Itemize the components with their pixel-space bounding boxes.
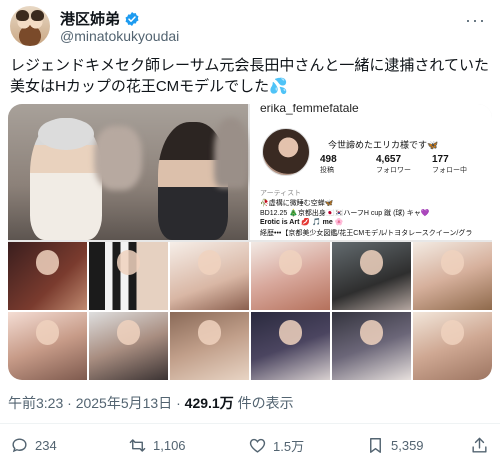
arrest-photo[interactable]	[8, 104, 248, 240]
ig-bio-line: 経歴•••【京都美少女図鑑/花王CMモデル/トヨタレースクイーン/グラ	[260, 230, 473, 237]
avatar[interactable]	[10, 6, 50, 46]
reply-button[interactable]: 234	[10, 436, 57, 455]
tweet-body: レジェンドキメセク師レーサム元会長田中さんと一緒に逮捕されていた美女はHカップの…	[10, 57, 489, 95]
retweet-icon	[129, 439, 146, 452]
tweet-date[interactable]: 2025年5月13日	[76, 395, 173, 411]
ig-stat-followers: 4,657 フォロワー	[376, 154, 432, 175]
tweet-text: レジェンドキメセク師レーサム元会長田中さんと一緒に逮捕されていた美女はHカップの…	[10, 55, 490, 97]
ig-bio-line: 🥀虚構に微睡む空蝉🦋	[260, 200, 334, 207]
grid-photo[interactable]	[89, 242, 168, 310]
view-count: 429.1万	[184, 395, 234, 411]
view-count-label: 件の表示	[237, 395, 294, 411]
ig-stat-following: 177 フォロー中	[432, 154, 488, 175]
sweat-droplets-emoji: 💦	[269, 78, 288, 95]
grid-photo[interactable]	[251, 242, 330, 310]
grid-photo[interactable]	[170, 242, 249, 310]
ig-stats: 498 投稿 4,657 フォロワー 177 フォロー中	[320, 154, 488, 175]
verified-badge-icon	[125, 11, 139, 26]
ig-bio-headline: 今世諦めたエリカ様です🦋	[328, 140, 439, 150]
retweet-button[interactable]: 1,106	[128, 436, 186, 455]
tweet-time[interactable]: 午前3:23	[8, 395, 63, 411]
meta-separator: ·	[176, 395, 185, 411]
blurred-person-figure	[214, 118, 248, 188]
retweet-count: 1,106	[153, 438, 186, 453]
photo-grid	[8, 242, 492, 380]
reply-count: 234	[35, 438, 57, 453]
divider	[0, 423, 500, 424]
share-icon	[472, 437, 487, 453]
like-count: 1.5万	[273, 439, 305, 454]
tweet-meta: 午前3:23 · 2025年5月13日 · 429.1万 件の表示	[8, 393, 294, 413]
tweet-media[interactable]: erika_femmefatale 今世諦めたエリカ様です🦋 498 投稿 4,…	[8, 104, 492, 380]
person-figure	[30, 118, 102, 240]
grid-photo[interactable]	[170, 312, 249, 380]
author-handle[interactable]: @minatokukyoudai	[60, 28, 179, 44]
grid-photo[interactable]	[8, 242, 87, 310]
grid-photo[interactable]	[8, 312, 87, 380]
action-bar: 234 1,106 1.5万 5,359	[0, 432, 500, 460]
ig-stat-value: 177	[432, 154, 449, 165]
heart-icon	[249, 438, 266, 453]
ig-stat-value: 498	[320, 154, 337, 165]
grid-photo[interactable]	[413, 312, 492, 380]
tweet-header: 港区姉弟 @minatokukyoudai ···	[8, 6, 492, 46]
ig-stat-label: フォロー中	[432, 167, 467, 174]
ig-bio-line: Erotic is Art 💋 🎵 me 🌸	[260, 219, 344, 226]
ig-username: erika_femmefatale	[260, 104, 359, 115]
instagram-profile-screenshot[interactable]: erika_femmefatale 今世諦めたエリカ様です🦋 498 投稿 4,…	[250, 104, 492, 240]
ig-stat-value: 4,657	[376, 154, 402, 165]
author-name-row[interactable]: 港区姉弟	[60, 8, 140, 29]
bookmark-button[interactable]: 5,359	[366, 436, 424, 455]
blurred-person-figure	[94, 126, 142, 190]
like-button[interactable]: 1.5万	[248, 436, 304, 455]
ig-category: アーティスト	[260, 190, 302, 197]
grid-photo[interactable]	[251, 312, 330, 380]
bookmark-count: 5,359	[391, 438, 424, 453]
grid-photo[interactable]	[332, 242, 411, 310]
ig-stat-label: 投稿	[320, 167, 334, 174]
reply-icon	[12, 438, 27, 453]
grid-photo[interactable]	[89, 312, 168, 380]
ig-stat-posts: 498 投稿	[320, 154, 376, 175]
ig-bio-line: BD12.25 🎄京都出身🇯🇵🇰🇷ハーフH cup 蹴 (球) キャ💜	[260, 210, 430, 217]
more-options-icon[interactable]: ···	[465, 10, 486, 31]
ig-stat-label: フォロワー	[376, 167, 411, 174]
ig-avatar	[262, 128, 310, 176]
grid-photo[interactable]	[413, 242, 492, 310]
display-name[interactable]: 港区姉弟	[60, 8, 120, 29]
share-button[interactable]	[470, 436, 489, 455]
bookmark-icon	[370, 438, 381, 453]
grid-photo[interactable]	[332, 312, 411, 380]
meta-separator: ·	[67, 395, 76, 411]
